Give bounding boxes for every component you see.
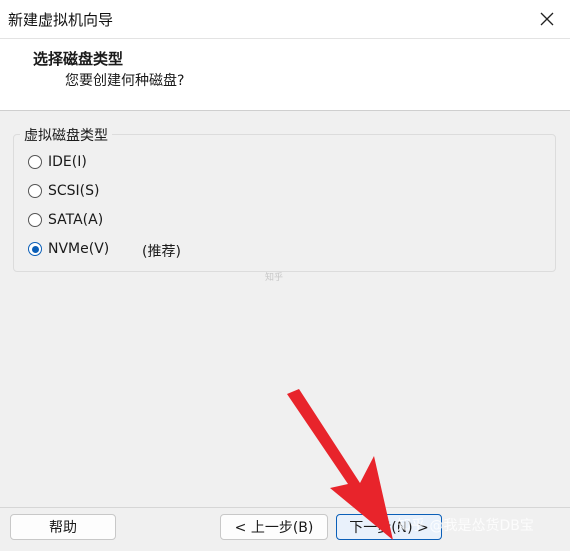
radio-button-selected[interactable] <box>28 242 42 256</box>
group-label: 虚拟磁盘类型 <box>20 125 112 145</box>
radio-scsi[interactable]: SCSI(S) <box>28 181 100 201</box>
help-button[interactable]: 帮助 <box>10 514 116 540</box>
radio-label-sata: SATA(A) <box>48 212 104 228</box>
radio-button[interactable] <box>28 155 42 169</box>
window-title: 新建虚拟机向导 <box>8 11 114 29</box>
back-button[interactable]: < 上一步(B) <box>220 514 328 540</box>
radio-ide[interactable]: IDE(I) <box>28 152 87 172</box>
page-subtitle: 您要创建何种磁盘? <box>65 73 185 89</box>
watermark-small: 知乎 <box>265 273 284 283</box>
radio-button[interactable] <box>28 213 42 227</box>
radio-label-scsi: SCSI(S) <box>48 183 100 199</box>
watermark-text: 知乎 @我是怂货DB宝 <box>397 518 534 534</box>
radio-nvme[interactable]: NVMe(V) <box>28 239 109 259</box>
footer-divider <box>0 507 570 508</box>
radio-label-nvme: NVMe(V) <box>48 241 110 257</box>
radio-sata[interactable]: SATA(A) <box>28 210 103 230</box>
page-title: 选择磁盘类型 <box>33 50 124 68</box>
radio-button[interactable] <box>28 184 42 198</box>
close-button[interactable] <box>524 0 570 38</box>
wizard-header: 选择磁盘类型 您要创建何种磁盘? <box>0 39 570 111</box>
radio-label-ide: IDE(I) <box>48 154 87 170</box>
close-icon <box>540 12 554 26</box>
title-bar: 新建虚拟机向导 <box>0 0 570 39</box>
recommend-label: (推荐) <box>142 244 181 260</box>
